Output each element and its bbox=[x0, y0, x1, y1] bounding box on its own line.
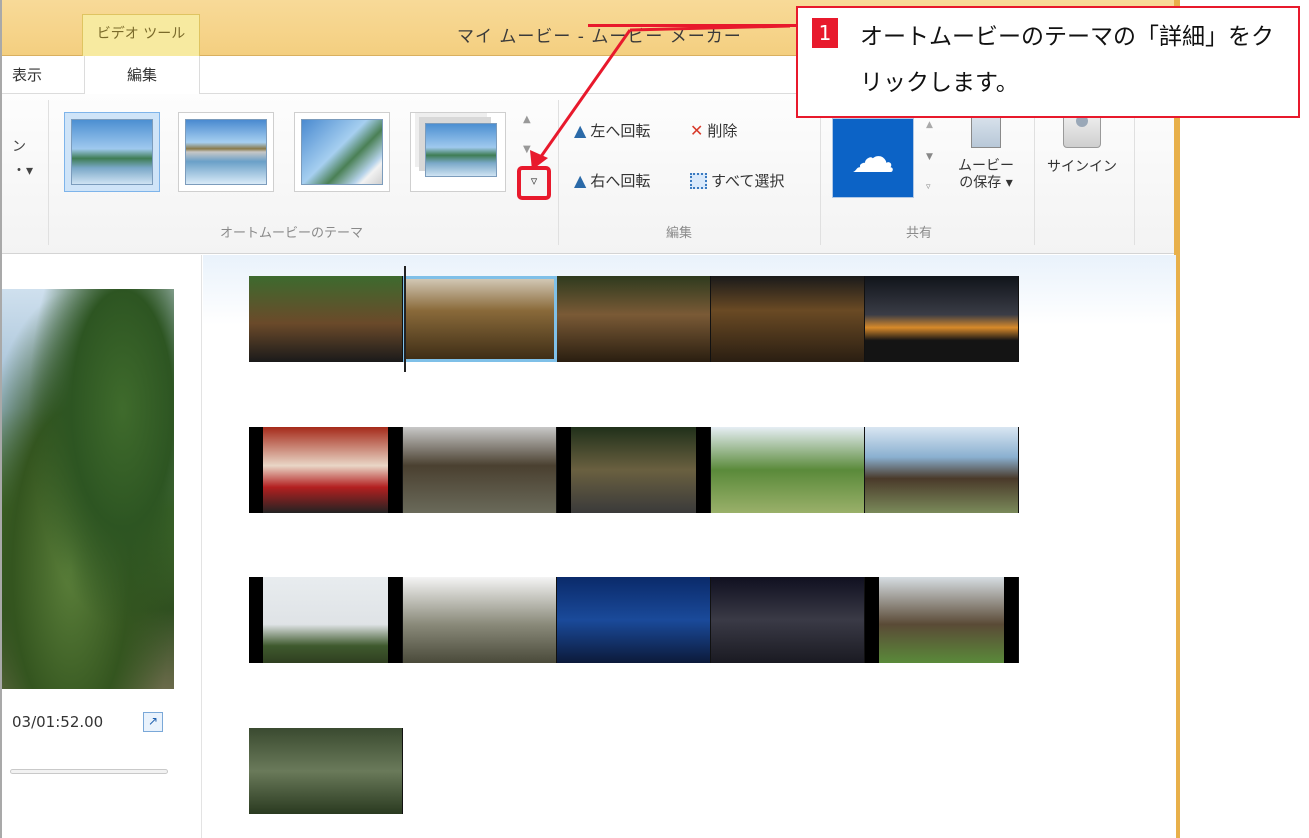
rotate-left-button[interactable]: ▲ 左へ回転 bbox=[574, 120, 650, 141]
group-separator bbox=[558, 100, 559, 245]
photo-clip[interactable] bbox=[711, 276, 865, 362]
share-group-label: 共有 bbox=[906, 226, 933, 241]
fullscreen-icon[interactable]: ↗ bbox=[143, 712, 163, 732]
group-separator bbox=[820, 100, 821, 245]
step-number: 1 bbox=[812, 18, 838, 48]
photo-clip[interactable] bbox=[557, 577, 711, 663]
photo-clip[interactable] bbox=[711, 577, 865, 663]
delete-label: 削除 bbox=[707, 122, 738, 140]
delete-button[interactable]: ✕ 削除 bbox=[690, 120, 737, 141]
photo-clip[interactable] bbox=[865, 427, 1019, 513]
theme-contemporary[interactable] bbox=[64, 112, 160, 192]
playhead[interactable] bbox=[404, 266, 406, 372]
theme-cinematic[interactable] bbox=[178, 112, 274, 192]
rotate-left-label: 左へ回転 bbox=[590, 122, 651, 140]
rotate-right-icon: ▲ bbox=[574, 171, 587, 190]
select-all-icon bbox=[690, 172, 707, 189]
playback-time: 03/01:52.00 bbox=[12, 713, 104, 731]
callout-leader-line bbox=[588, 24, 798, 27]
sign-in-label: サインイン bbox=[1047, 159, 1117, 175]
photo-clip[interactable] bbox=[403, 427, 557, 513]
share-scroll-down-icon[interactable]: ▼ bbox=[926, 152, 933, 162]
left-stub-dropdown[interactable]: ・▾ bbox=[12, 160, 33, 180]
tab-view[interactable]: 表示 bbox=[8, 56, 46, 94]
rotate-right-label: 右へ回転 bbox=[590, 172, 651, 190]
save-movie-button[interactable]: ムービー の保存 ▾ bbox=[946, 108, 1026, 192]
select-all-button[interactable]: すべて選択 bbox=[690, 170, 784, 191]
edit-group-label: 編集 bbox=[666, 226, 693, 241]
share-more-icon[interactable]: ▿ bbox=[926, 182, 931, 192]
group-separator bbox=[1134, 100, 1135, 245]
preview-video-frame bbox=[2, 289, 174, 689]
photo-clip[interactable] bbox=[711, 427, 865, 513]
onedrive-share-button[interactable]: ☁ bbox=[832, 118, 914, 198]
instruction-text: オートムービーのテーマの「詳細」をクリックします。 bbox=[860, 24, 1274, 96]
save-movie-label-1: ムービー bbox=[958, 158, 1014, 174]
clip-row bbox=[249, 577, 1019, 663]
theme-gallery-more-button[interactable]: ▿ bbox=[517, 166, 551, 200]
theme-thumbnail bbox=[71, 119, 153, 185]
theme-thumbnail bbox=[185, 119, 267, 185]
tab-edit[interactable]: 編集 bbox=[84, 56, 200, 94]
delete-icon: ✕ bbox=[690, 121, 704, 140]
preview-pane: 03/01:52.00 ↗ bbox=[2, 255, 202, 838]
photo-clip[interactable] bbox=[865, 276, 1019, 362]
photo-clip[interactable] bbox=[865, 577, 1019, 663]
photo-clip[interactable] bbox=[249, 577, 403, 663]
theme-thumbnail bbox=[301, 119, 383, 185]
group-separator bbox=[1034, 100, 1035, 245]
gallery-scroll-up-icon[interactable]: ▲ bbox=[523, 114, 531, 125]
rotate-left-icon: ▲ bbox=[574, 121, 587, 140]
theme-fade[interactable] bbox=[294, 112, 390, 192]
photo-clip[interactable] bbox=[249, 276, 403, 362]
seek-bar[interactable] bbox=[10, 769, 168, 774]
photo-clip[interactable] bbox=[403, 577, 557, 663]
group-separator bbox=[48, 100, 49, 245]
instruction-callout: 1 オートムービーのテーマの「詳細」をクリックします。 bbox=[796, 6, 1300, 118]
photo-clip-selected[interactable] bbox=[403, 276, 557, 362]
video-tools-contextual-tab: ビデオ ツール bbox=[82, 14, 200, 56]
clip-row bbox=[249, 728, 403, 814]
theme-thumbnail bbox=[425, 123, 497, 177]
themes-group-label: オートムービーのテーマ bbox=[220, 226, 364, 241]
gallery-scroll-down-icon[interactable]: ▼ bbox=[523, 144, 531, 155]
share-scroll-up-icon[interactable]: ▲ bbox=[926, 120, 933, 130]
select-all-label: すべて選択 bbox=[711, 172, 785, 190]
photo-clip[interactable] bbox=[249, 427, 403, 513]
storyboard-pane bbox=[203, 255, 1176, 838]
sign-in-button[interactable]: サインイン bbox=[1042, 108, 1122, 176]
photo-clip[interactable] bbox=[249, 728, 403, 814]
clip-row bbox=[249, 266, 1019, 372]
save-movie-label-2: の保存 ▾ bbox=[959, 175, 1013, 191]
photo-clip[interactable] bbox=[557, 276, 711, 362]
movie-maker-window: ビデオ ツール マイ ムービー - ムービー メーカー 表示 編集 ン ・▾ ▲… bbox=[0, 0, 1180, 838]
theme-pan-zoom[interactable] bbox=[410, 112, 506, 192]
ribbon: ン ・▾ ▲ ▼ ▿ オートムービーのテーマ ▲ 左へ回転 ▲ 右へ回転 ✕ 削… bbox=[2, 94, 1174, 254]
rotate-right-button[interactable]: ▲ 右へ回転 bbox=[574, 170, 650, 191]
cloud-icon: ☁ bbox=[851, 132, 895, 183]
photo-clip[interactable] bbox=[557, 427, 711, 513]
left-stub-label: ン bbox=[12, 139, 26, 155]
clip-row bbox=[249, 427, 1019, 513]
